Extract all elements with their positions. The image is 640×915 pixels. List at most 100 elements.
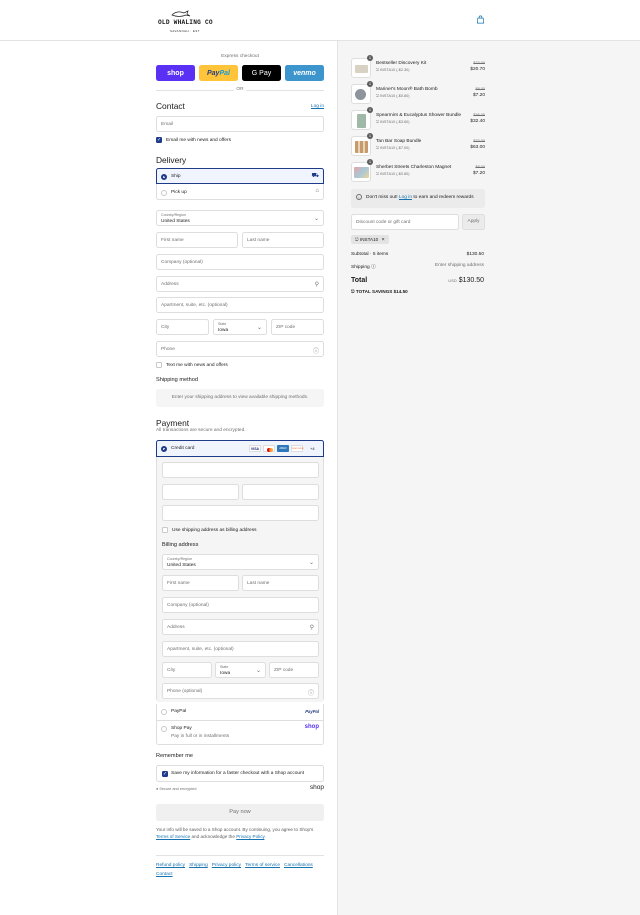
country-select[interactable]: Country/Region United States ⌄ — [156, 210, 324, 226]
text-news-checkbox[interactable] — [156, 362, 162, 368]
cancellations-link[interactable]: Cancellations — [284, 863, 313, 868]
expiration-field[interactable] — [162, 484, 239, 500]
credit-card-option[interactable]: Credit card VISA AMEX DISCOVER +4 — [156, 440, 324, 457]
shop-pay-option[interactable]: Shop Pay Pay in full or in installments … — [156, 721, 324, 745]
tag-icon: ⎋ — [376, 94, 380, 98]
logo-name: OLD WHALING CO — [158, 19, 213, 26]
billing-apartment-field[interactable]: Apartment, suite, etc. (optional) — [162, 641, 319, 657]
refund-policy-link[interactable]: Refund policy — [156, 863, 185, 868]
product-thumbnail — [351, 110, 371, 130]
billing-same-checkbox[interactable] — [162, 527, 168, 533]
search-icon: ⚲ — [314, 282, 319, 288]
shop-pay-radio[interactable] — [161, 726, 167, 732]
paypal-option[interactable]: PayPal PayPal — [156, 704, 324, 721]
info-icon: i — [356, 194, 362, 200]
discount-input[interactable]: Discount code or gift card — [351, 214, 459, 230]
express-checkout-label: Express checkout — [221, 54, 259, 59]
venmo-express-button[interactable]: venmo — [285, 65, 324, 81]
shipping-policy-link[interactable]: Shipping — [189, 863, 208, 868]
shop-pay-logo: shop — [304, 724, 319, 730]
phone-field[interactable]: Phone ⓘ — [156, 341, 324, 357]
savings-label: TOTAL SAVINGS — [355, 289, 393, 294]
city-placeholder: City — [167, 668, 176, 673]
last-name-placeholder: Last name — [247, 581, 270, 586]
product-thumbnail — [351, 136, 371, 156]
remove-discount-icon[interactable]: × — [382, 237, 385, 243]
help-icon[interactable]: ⓘ — [313, 346, 319, 355]
contact-link[interactable]: Contact — [156, 872, 173, 877]
help-icon[interactable]: ⓘ — [308, 688, 314, 697]
apply-button[interactable]: Apply — [462, 214, 485, 230]
whale-icon — [171, 10, 191, 17]
billing-state-select[interactable]: State Iowa ⌄ — [215, 662, 266, 678]
mastercard-icon — [263, 445, 275, 452]
last-name-placeholder: Last name — [247, 238, 270, 243]
privacy-link[interactable]: Privacy Policy — [236, 834, 264, 839]
divider — [246, 90, 324, 91]
first-name-field[interactable]: First name — [156, 232, 238, 248]
state-value: Iowa — [220, 670, 231, 676]
rewards-login-link[interactable]: Log in — [399, 195, 412, 200]
billing-first-name-field[interactable]: First name — [162, 575, 239, 591]
total-label: Total — [351, 277, 368, 284]
product-thumbnail — [351, 84, 371, 104]
terms-of-service-link[interactable]: Terms of service — [245, 863, 280, 868]
help-icon[interactable]: ⓘ — [371, 265, 376, 270]
tag-icon: ⎋ — [355, 237, 359, 242]
privacy-policy-link[interactable]: Privacy policy — [212, 863, 241, 868]
country-label: Country/Region — [161, 213, 186, 217]
save-info-checkbox[interactable]: ✓ — [162, 770, 168, 777]
lock-icon: ● — [156, 787, 159, 791]
ship-radio[interactable] — [161, 173, 167, 180]
email-field[interactable]: Email — [156, 116, 324, 132]
zip-field[interactable]: ZIP code — [271, 319, 324, 335]
cart-item: 1 Bestseller Discovery Kit ⎋ INSTA10 (-$… — [351, 55, 485, 78]
billing-address-field[interactable]: Address ⚲ — [162, 619, 319, 635]
email-news-checkbox[interactable]: ✓ — [156, 137, 162, 143]
company-field[interactable]: Company (optional) — [156, 254, 324, 270]
state-select[interactable]: State Iowa ⌄ — [213, 319, 267, 335]
chevron-down-icon: ⌄ — [256, 325, 262, 331]
shopping-bag-icon[interactable] — [476, 15, 485, 24]
billing-city-field[interactable]: City — [162, 662, 212, 678]
billing-country-label: Country/Region — [167, 557, 192, 561]
credit-card-label: Credit card — [171, 446, 195, 451]
security-code-field[interactable] — [242, 484, 319, 500]
pickup-radio[interactable] — [161, 189, 167, 196]
chevron-down-icon: ⌄ — [255, 668, 261, 674]
discount-placeholder: Discount code or gift card — [356, 220, 411, 225]
billing-country-select[interactable]: Country/Region United States ⌄ — [162, 554, 319, 570]
city-field[interactable]: City — [156, 319, 209, 335]
amex-icon: AMEX — [277, 445, 289, 452]
billing-last-name-field[interactable]: Last name — [242, 575, 319, 591]
paypal-radio[interactable] — [161, 709, 167, 715]
terms-link[interactable]: Terms of Service — [156, 834, 190, 839]
paypal-logo-a: Pay — [207, 69, 220, 77]
legal-text-1: Your info will be saved to a Shop accoun… — [156, 827, 314, 832]
pickup-label: Pick up — [171, 189, 187, 195]
pay-now-button[interactable]: Pay now — [156, 804, 324, 821]
ship-option[interactable]: Ship ⛟ — [156, 168, 324, 184]
store-logo[interactable]: OLD WHALING CO SAVANNAH · EST — [158, 10, 218, 35]
google-pay-express-button[interactable]: G Pay — [242, 65, 281, 81]
address-field[interactable]: Address ⚲ — [156, 276, 324, 292]
last-name-field[interactable]: Last name — [242, 232, 324, 248]
credit-card-radio[interactable] — [161, 446, 167, 452]
item-discount: ⎋ INSTA10 (-$2.30) — [376, 68, 410, 72]
billing-phone-field[interactable]: Phone (optional) ⓘ — [162, 683, 319, 699]
apartment-field[interactable]: Apartment, suite, etc. (optional) — [156, 297, 324, 313]
login-link[interactable]: Log in — [311, 104, 324, 109]
card-number-field[interactable] — [162, 462, 319, 478]
phone-placeholder: Phone — [161, 347, 175, 352]
legal-text-2: and acknowledge the — [191, 833, 235, 839]
shop-pay-express-button[interactable]: shop — [156, 65, 195, 81]
item-name: Bestseller Discovery Kit — [376, 61, 427, 66]
truck-icon: ⛟ — [311, 173, 319, 179]
billing-company-field[interactable]: Company (optional) — [162, 597, 319, 613]
discount-code: INSTA10 (-$2.30) — [380, 68, 410, 72]
name-on-card-field[interactable] — [162, 505, 319, 521]
total-value: $130.50 — [458, 277, 484, 284]
shipping-label: Shipping — [351, 265, 370, 270]
billing-zip-field[interactable]: ZIP code — [269, 662, 319, 678]
paypal-express-button[interactable]: Pay Pal — [199, 65, 238, 81]
